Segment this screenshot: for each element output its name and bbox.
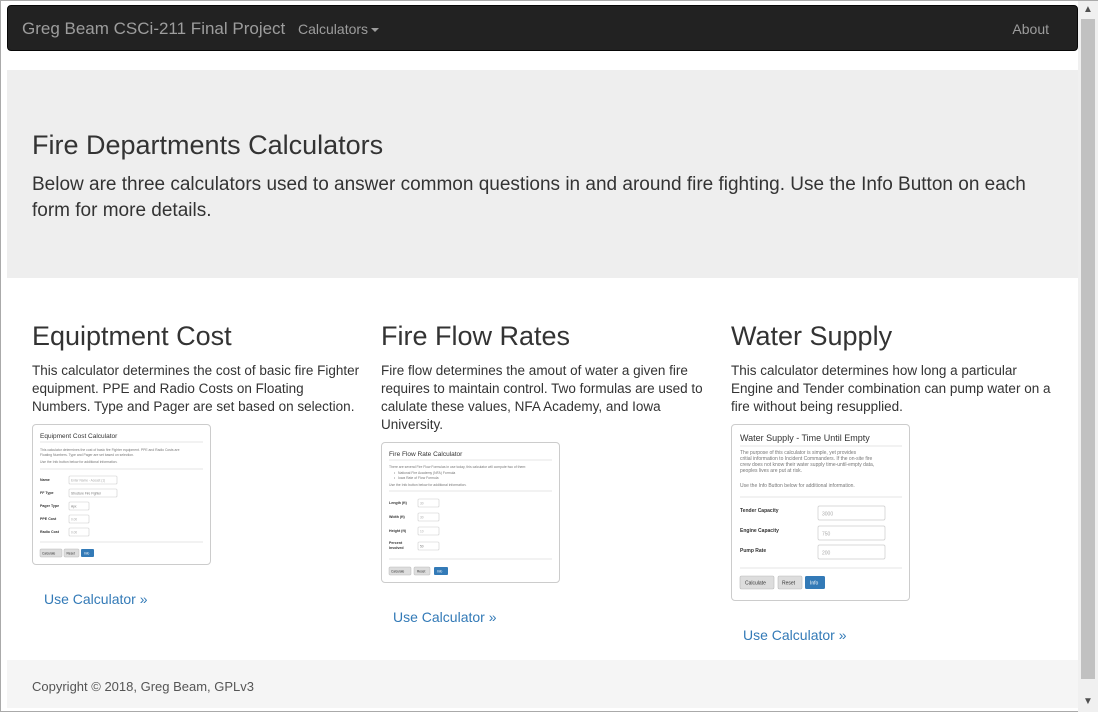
fire-flow-preview-image: Fire Flow Rate Calculator There are seve… <box>388 451 552 576</box>
svg-text:Iowa Rate of Flow Formula: Iowa Rate of Flow Formula <box>398 476 439 480</box>
browser-viewport: Greg Beam CSCi-211 Final Project Calcula… <box>0 0 1098 712</box>
svg-text:Calculate: Calculate <box>745 581 766 587</box>
preview-title: Equipment Cost Calculator <box>40 433 118 440</box>
water-supply-preview[interactable]: Water Supply - Time Until Empty The purp… <box>731 424 910 601</box>
svg-text:peoples lives are put at risk.: peoples lives are put at risk. <box>740 468 802 474</box>
equipment-cost-preview-image: Equipment Cost Calculator This calculato… <box>39 433 203 558</box>
svg-text:Height (ft): Height (ft) <box>389 529 407 533</box>
scroll-down-arrow-icon[interactable]: ▼ <box>1078 695 1098 709</box>
svg-text:Calculate: Calculate <box>42 552 56 556</box>
fire-flow-preview[interactable]: Fire Flow Rate Calculator There are seve… <box>381 442 560 583</box>
svg-text:Info: Info <box>810 581 819 587</box>
svg-text:Width (ft): Width (ft) <box>389 515 406 519</box>
about-link[interactable]: About <box>1012 21 1049 37</box>
svg-text:Name: Name <box>40 478 50 482</box>
svg-text:Info: Info <box>84 552 90 556</box>
scroll-up-arrow-icon[interactable]: ▲ <box>1078 3 1098 17</box>
water-supply-heading: Water Supply <box>731 321 893 351</box>
svg-text:Tender Capacity: Tender Capacity <box>740 508 779 514</box>
svg-text:Use the Info Button below for: Use the Info Button below for additional… <box>740 483 855 489</box>
svg-text:There are several Fire Flow Fo: There are several Fire Flow Formulas in … <box>389 465 526 469</box>
page-lead: Below are three calculators used to answ… <box>32 174 1026 221</box>
svg-text:•: • <box>394 476 396 480</box>
svg-text:Percent: Percent <box>389 541 403 545</box>
svg-text:750: 750 <box>822 532 831 538</box>
svg-text:Floating Numbers. Type and Pag: Floating Numbers. Type and Pager are set… <box>40 453 134 457</box>
calculators-dropdown-label: Calculators <box>298 21 369 37</box>
caret-down-icon <box>371 28 380 33</box>
svg-text:0.00: 0.00 <box>71 531 77 535</box>
svg-text:Info: Info <box>437 570 443 574</box>
svg-text:Enter Name - Aceast (1): Enter Name - Aceast (1) <box>71 479 105 483</box>
vertical-scrollbar[interactable]: ▲ ▼ <box>1078 1 1098 712</box>
equipment-cost-heading: Equiptment Cost <box>32 321 232 351</box>
equipment-cost-section: Equiptment Cost This calculator determin… <box>32 321 362 609</box>
svg-text:Structure Fire Fighter: Structure Fire Fighter <box>71 492 102 496</box>
svg-text:Water Supply - Time Until Empt: Water Supply - Time Until Empty <box>740 433 870 443</box>
copyright-text: Copyright © 2018, Greg Beam, GPLv3 <box>32 679 255 694</box>
svg-text:Calculate: Calculate <box>391 570 405 574</box>
svg-text:50: 50 <box>420 545 424 549</box>
fire-flow-heading: Fire Flow Rates <box>381 321 571 351</box>
page-footer: Copyright © 2018, Greg Beam, GPLv3 <box>7 660 1078 708</box>
fire-flow-description: Fire flow determines the amout of water … <box>381 363 703 432</box>
svg-text:200: 200 <box>822 551 831 557</box>
svg-text:National Fire Academy (NFA) Fo: National Fire Academy (NFA) Formula <box>398 471 455 475</box>
use-calculator-link-fire-flow[interactable]: Use Calculator » <box>393 609 497 625</box>
svg-text:0.00: 0.00 <box>71 518 77 522</box>
svg-text:Use the Info button below for: Use the Info button below for additional… <box>40 460 118 464</box>
scrollbar-thumb[interactable] <box>1081 19 1095 679</box>
svg-text:Involved: Involved <box>389 546 404 550</box>
top-navbar: Greg Beam CSCi-211 Final Project Calcula… <box>7 5 1078 51</box>
svg-text:10: 10 <box>420 530 424 534</box>
svg-text:•: • <box>394 471 396 475</box>
fire-flow-section: Fire Flow Rates Fire flow determines the… <box>381 321 711 627</box>
svg-text:This calculator determines the: This calculator determines the cost of b… <box>40 448 180 452</box>
svg-text:Radio Cost: Radio Cost <box>40 530 60 534</box>
svg-text:Use the Info button below for: Use the Info button below for additional… <box>389 483 467 487</box>
page-title: Fire Departments Calculators <box>32 130 384 160</box>
svg-text:30: 30 <box>420 502 424 506</box>
svg-text:Length (ft): Length (ft) <box>389 501 408 505</box>
svg-text:30: 30 <box>420 516 424 520</box>
svg-text:PPE Cost: PPE Cost <box>40 517 57 521</box>
svg-text:3000: 3000 <box>822 512 833 518</box>
equipment-cost-description: This calculator determines the cost of b… <box>32 363 360 414</box>
svg-text:Apx: Apx <box>71 505 77 509</box>
use-calculator-link-water-supply[interactable]: Use Calculator » <box>743 627 847 643</box>
water-supply-preview-image: Water Supply - Time Until Empty The purp… <box>739 433 902 590</box>
equipment-cost-preview[interactable]: Equipment Cost Calculator This calculato… <box>32 424 211 565</box>
svg-text:Reset: Reset <box>782 581 796 587</box>
svg-text:Fire Flow Rate Calculator: Fire Flow Rate Calculator <box>389 451 463 458</box>
use-calculator-link-equipment[interactable]: Use Calculator » <box>44 591 148 607</box>
svg-text:Engine Capacity: Engine Capacity <box>740 528 779 534</box>
svg-text:Reset: Reset <box>67 552 75 556</box>
calculators-dropdown[interactable]: Calculators <box>298 21 380 37</box>
svg-text:Reset: Reset <box>417 570 425 574</box>
svg-text:Pump Rate: Pump Rate <box>740 548 766 554</box>
navbar-brand[interactable]: Greg Beam CSCi-211 Final Project <box>22 19 285 39</box>
water-supply-section: Water Supply This calculator determines … <box>731 321 1061 645</box>
svg-text:Pager Type: Pager Type <box>40 504 59 508</box>
water-supply-description: This calculator determines how long a pa… <box>731 363 1051 414</box>
jumbotron: Fire Departments Calculators Below are t… <box>7 70 1078 278</box>
svg-text:FF Type: FF Type <box>40 491 54 495</box>
